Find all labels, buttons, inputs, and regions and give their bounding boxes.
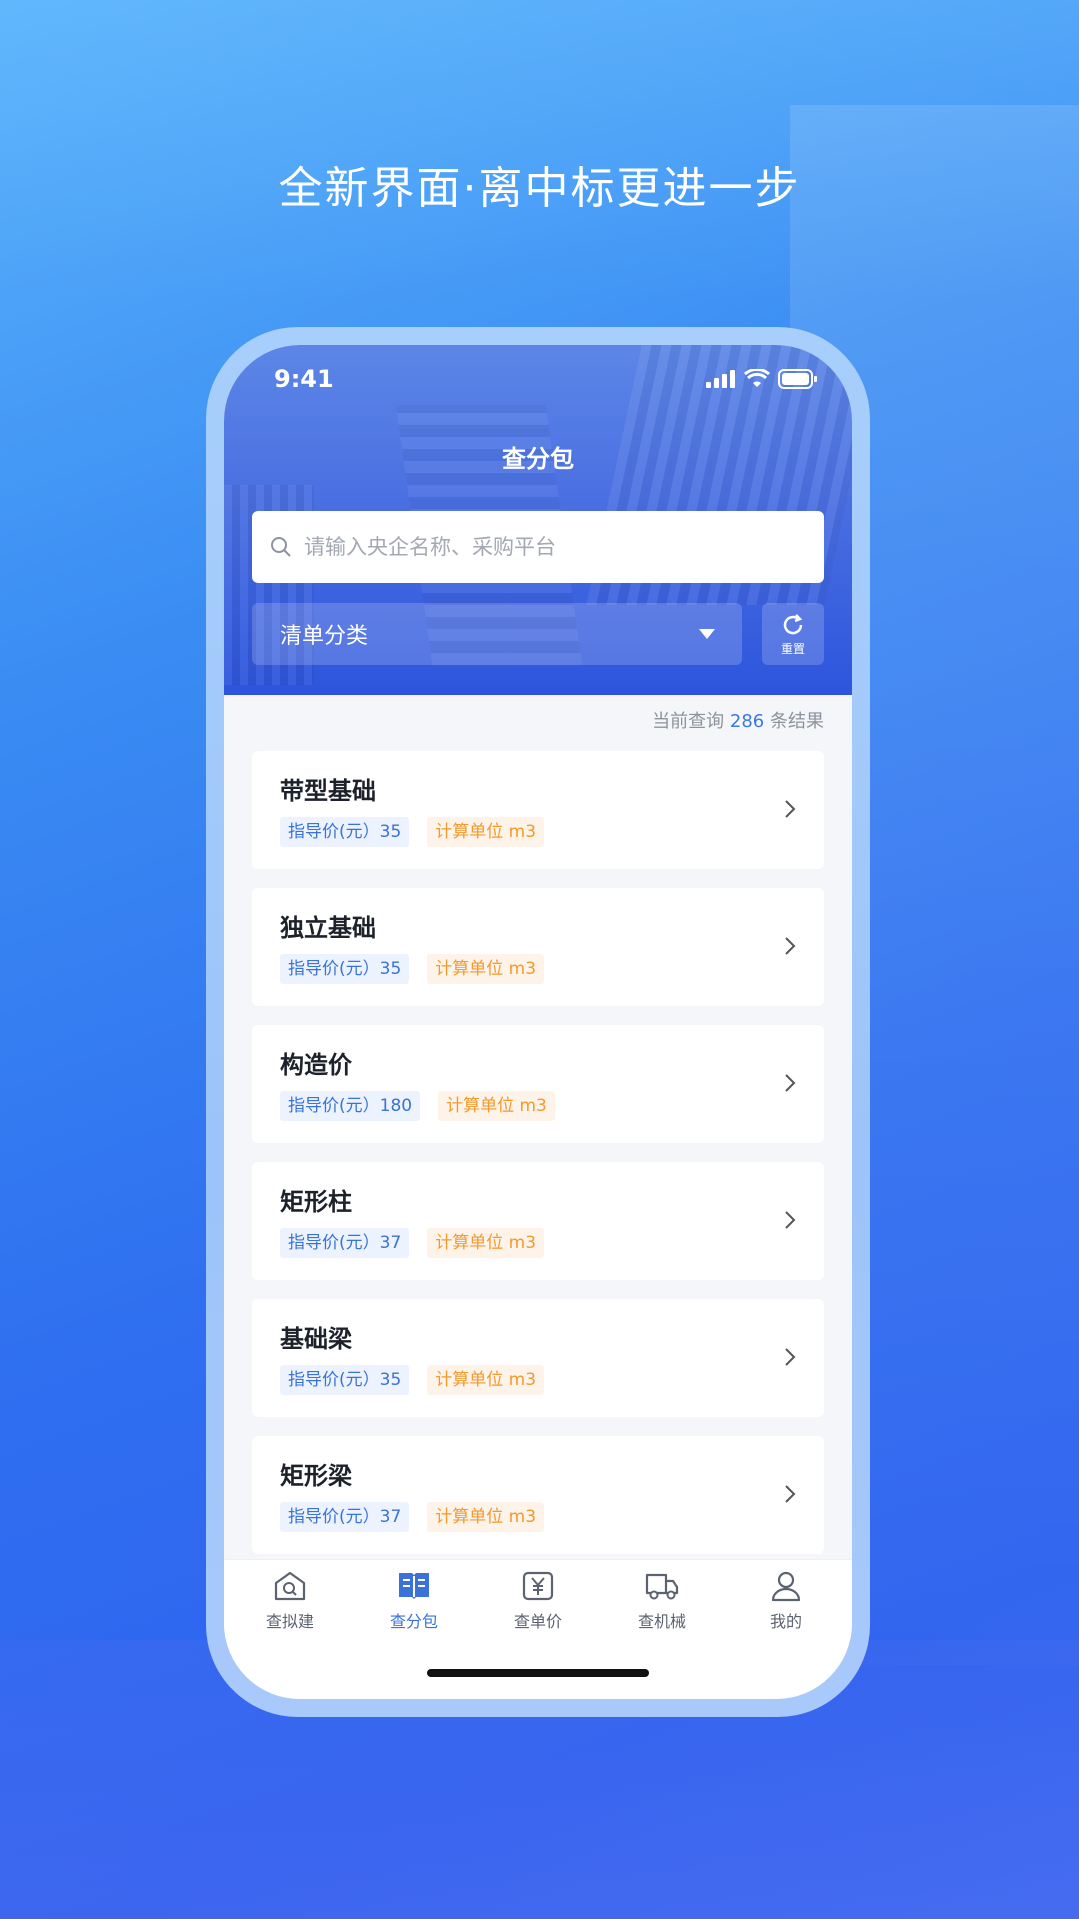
result-count-suffix: 条结果: [770, 711, 824, 732]
tab-label: 查分包: [389, 1612, 438, 1631]
truck-icon: [645, 1573, 679, 1600]
price-tag: 指导价(元）35: [280, 954, 410, 984]
status-time: 9:41: [274, 365, 334, 393]
list-item[interactable]: 矩形柱 指导价(元）37 计算单位 m3: [252, 1162, 824, 1280]
price-tag: 指导价(元）35: [280, 1365, 410, 1395]
home-search-icon: [274, 1571, 306, 1601]
result-count-number: 286: [729, 711, 765, 732]
phone-screen: 9:41 查分包 请输入央企名称、采购平台 清单分类 重置 当前查询 286 条…: [224, 345, 852, 1699]
page-title: 查分包: [502, 445, 574, 473]
dropdown-triangle-icon: [699, 629, 715, 639]
signal-icon: [706, 370, 735, 388]
result-count: 当前查询 286 条结果: [652, 707, 824, 733]
tab-machinery[interactable]: 查机械: [600, 1570, 724, 1632]
home-indicator[interactable]: [427, 1669, 649, 1677]
unit-tag: 计算单位 m3: [427, 1365, 545, 1395]
tab-unit-price[interactable]: 查单价: [476, 1570, 600, 1632]
item-title: 构造价: [280, 1051, 352, 1079]
unit-tag: 计算单位 m3: [438, 1091, 555, 1121]
tab-label: 我的: [769, 1612, 802, 1631]
item-title: 独立基础: [280, 914, 376, 942]
tab-subcontract[interactable]: 查分包: [352, 1570, 476, 1632]
marketing-headline: 全新界面·离中标更进一步: [278, 163, 801, 214]
unit-tag: 计算单位 m3: [427, 1228, 545, 1258]
header-hero: 9:41 查分包 请输入央企名称、采购平台 清单分类 重置: [224, 345, 852, 695]
chevron-right-icon: [785, 1485, 796, 1503]
status-icons: [706, 369, 818, 389]
unit-tag: 计算单位 m3: [427, 1502, 545, 1532]
list-item[interactable]: 带型基础 指导价(元）35 计算单位 m3: [252, 751, 824, 869]
search-box[interactable]: [252, 511, 824, 583]
result-count-prefix: 当前查询: [652, 711, 725, 732]
reset-label: 重置: [780, 641, 805, 656]
price-tag: 指导价(元）37: [280, 1228, 410, 1258]
price-tag: 指导价(元）37: [280, 1502, 410, 1532]
bottom-tab-bar: 查拟建 查分包 查单价 查机械 我的: [224, 1559, 852, 1699]
reset-button[interactable]: 重置: [762, 603, 824, 665]
refresh-icon: [783, 613, 803, 634]
chevron-right-icon: [785, 937, 796, 955]
tab-label: 查机械: [637, 1612, 686, 1631]
wifi-icon: [744, 369, 770, 387]
book-icon: [399, 1573, 429, 1599]
price-tag: 指导价(元）180: [280, 1091, 421, 1121]
user-icon: [771, 1571, 801, 1602]
item-title: 基础梁: [280, 1325, 352, 1353]
list-item[interactable]: 基础梁 指导价(元）35 计算单位 m3: [252, 1299, 824, 1417]
result-list: 带型基础 指导价(元）35 计算单位 m3 独立基础 指导价(元）35 计算单位…: [252, 751, 824, 1573]
tab-project[interactable]: 查拟建: [228, 1570, 352, 1632]
item-title: 带型基础: [280, 777, 376, 805]
chevron-right-icon: [785, 1348, 796, 1366]
list-item[interactable]: 独立基础 指导价(元）35 计算单位 m3: [252, 888, 824, 1006]
item-title: 矩形柱: [280, 1188, 352, 1216]
battery-icon: [778, 369, 817, 389]
chevron-right-icon: [785, 800, 796, 818]
chevron-right-icon: [785, 1074, 796, 1092]
list-item[interactable]: 构造价 指导价(元）180 计算单位 m3: [252, 1025, 824, 1143]
category-select[interactable]: 清单分类: [252, 603, 742, 665]
tab-label: 查单价: [513, 1612, 562, 1631]
yen-icon: [522, 1571, 554, 1601]
chevron-right-icon: [785, 1211, 796, 1229]
item-title: 矩形梁: [280, 1462, 352, 1490]
unit-tag: 计算单位 m3: [427, 817, 545, 847]
price-tag: 指导价(元）35: [280, 817, 410, 847]
tab-label: 查拟建: [265, 1612, 314, 1631]
tab-profile[interactable]: 我的: [724, 1570, 848, 1632]
search-input[interactable]: [304, 535, 784, 559]
unit-tag: 计算单位 m3: [427, 954, 545, 984]
list-item[interactable]: 矩形梁 指导价(元）37 计算单位 m3: [252, 1436, 824, 1554]
search-icon: [271, 537, 291, 557]
category-label: 清单分类: [280, 624, 369, 649]
